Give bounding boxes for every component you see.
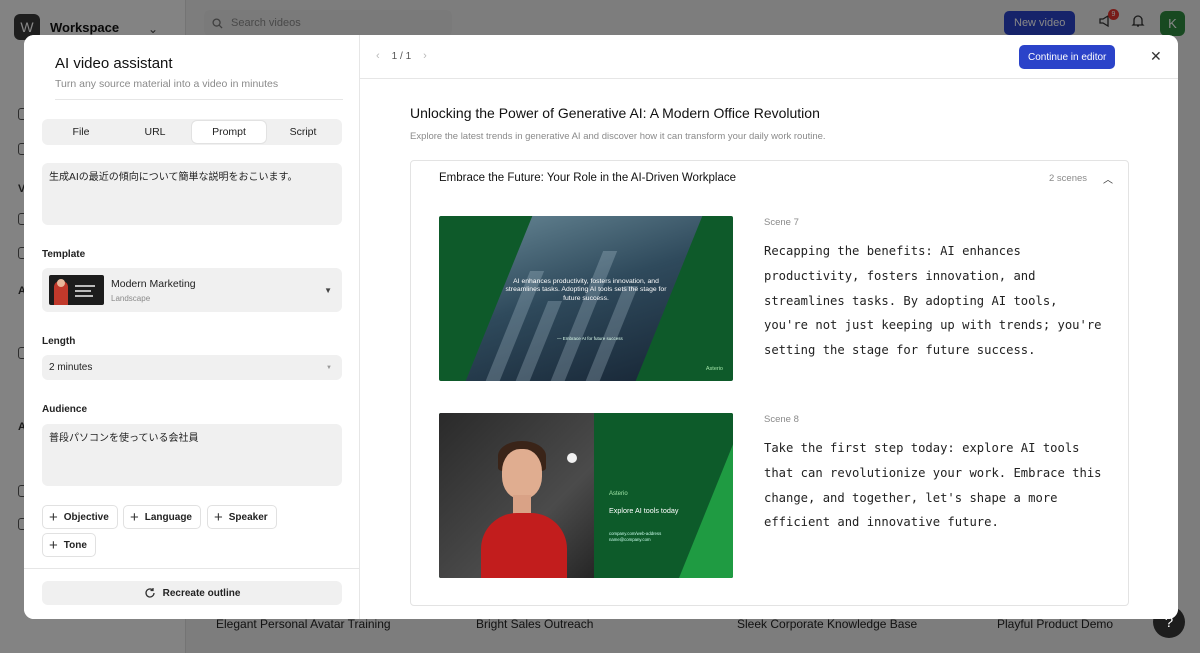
continue-in-editor-button[interactable]: Continue in editor	[1019, 45, 1116, 69]
scene-script[interactable]: Take the first step today: explore AI to…	[764, 436, 1104, 535]
scene-thumbnail[interactable]: AI enhances productivity, fosters innova…	[439, 216, 733, 381]
brand-logo: Asterio	[705, 366, 723, 372]
chip-label: Language	[144, 511, 192, 523]
scene-thumbnail[interactable]: Asterio Explore AI tools today company.c…	[439, 413, 733, 578]
audience-label: Audience	[42, 404, 88, 415]
recreate-outline-button[interactable]: Recreate outline	[42, 581, 342, 605]
plus-icon: +	[130, 508, 139, 526]
scene-script[interactable]: Recapping the benefits: AI enhances prod…	[764, 239, 1104, 363]
video-title: Unlocking the Power of Generative AI: A …	[410, 105, 820, 121]
chevron-right-icon[interactable]: ›	[423, 50, 427, 62]
brand-logo: Asterio	[609, 491, 628, 497]
scene-thumbnail-text: AI enhances productivity, fosters innova…	[505, 278, 667, 302]
pager: ‹ 1 / 1 ›	[376, 50, 427, 62]
outline-section: Embrace the Future: Your Role in the AI-…	[410, 160, 1129, 606]
chevron-down-icon: ▼	[326, 364, 332, 371]
source-tabs: File URL Prompt Script	[42, 119, 342, 145]
tab-prompt[interactable]: Prompt	[192, 121, 266, 143]
prompt-textarea[interactable]: 生成AIの最近の傾向について簡単な説明をおこいます。	[42, 163, 342, 225]
tab-script[interactable]: Script	[266, 121, 340, 143]
scene-thumbnail-text: Explore AI tools today	[609, 506, 679, 515]
preview-toolbar: ‹ 1 / 1 › Continue in editor ✕	[360, 35, 1178, 79]
panel-subtitle: Turn any source material into a video in…	[55, 78, 279, 90]
scene-label: Scene 8	[764, 414, 799, 425]
template-name: Modern Marketing	[111, 277, 196, 290]
panel-title: AI video assistant	[55, 55, 173, 72]
length-label: Length	[42, 336, 76, 347]
recreate-label: Recreate outline	[162, 587, 241, 599]
chip-label: Objective	[63, 511, 109, 523]
section-title: Embrace the Future: Your Role in the AI-…	[439, 172, 737, 184]
ai-video-assistant-modal: AI video assistant Turn any source mater…	[24, 35, 1178, 619]
outline-preview: ‹ 1 / 1 › Continue in editor ✕ Unlocking…	[360, 35, 1178, 619]
plus-icon: +	[49, 536, 58, 554]
plus-icon: +	[49, 508, 58, 526]
chevron-down-icon: ▼	[324, 285, 332, 295]
chip-label: Tone	[63, 539, 87, 551]
tab-url[interactable]: URL	[118, 121, 192, 143]
length-value: 2 minutes	[49, 362, 93, 373]
add-objective-button[interactable]: + Objective	[42, 505, 118, 529]
add-tone-button[interactable]: + Tone	[42, 533, 96, 557]
tab-file[interactable]: File	[44, 121, 118, 143]
chevron-up-icon[interactable]: ︿	[1103, 171, 1113, 186]
refresh-icon	[144, 588, 155, 598]
page-indicator: 1 / 1	[391, 50, 412, 62]
chip-label: Speaker	[228, 511, 268, 523]
template-thumbnail	[49, 275, 104, 305]
add-speaker-button[interactable]: + Speaker	[207, 505, 277, 529]
template-label: Template	[42, 249, 86, 260]
audience-textarea[interactable]: 普段パソコンを使っている会社員	[42, 424, 342, 486]
divider	[24, 568, 360, 569]
add-language-button[interactable]: + Language	[123, 505, 201, 529]
length-select[interactable]: 2 minutes ▼	[42, 355, 342, 380]
assistant-panel: AI video assistant Turn any source mater…	[24, 35, 360, 619]
scene-thumbnail-caption: — Embrace AI for future success	[557, 336, 623, 341]
scene-count: 2 scenes	[1049, 173, 1088, 184]
chevron-left-icon[interactable]: ‹	[376, 50, 380, 62]
scene-label: Scene 7	[764, 217, 799, 228]
template-select[interactable]: Modern Marketing Landscape ▼	[42, 268, 342, 312]
close-icon[interactable]: ✕	[1150, 48, 1162, 65]
template-orientation: Landscape	[111, 293, 151, 303]
plus-icon: +	[214, 508, 223, 526]
video-subtitle: Explore the latest trends in generative …	[410, 131, 826, 142]
scene-thumbnail-caption: company.com/web-address name@company.com	[609, 531, 662, 543]
divider	[55, 99, 343, 100]
